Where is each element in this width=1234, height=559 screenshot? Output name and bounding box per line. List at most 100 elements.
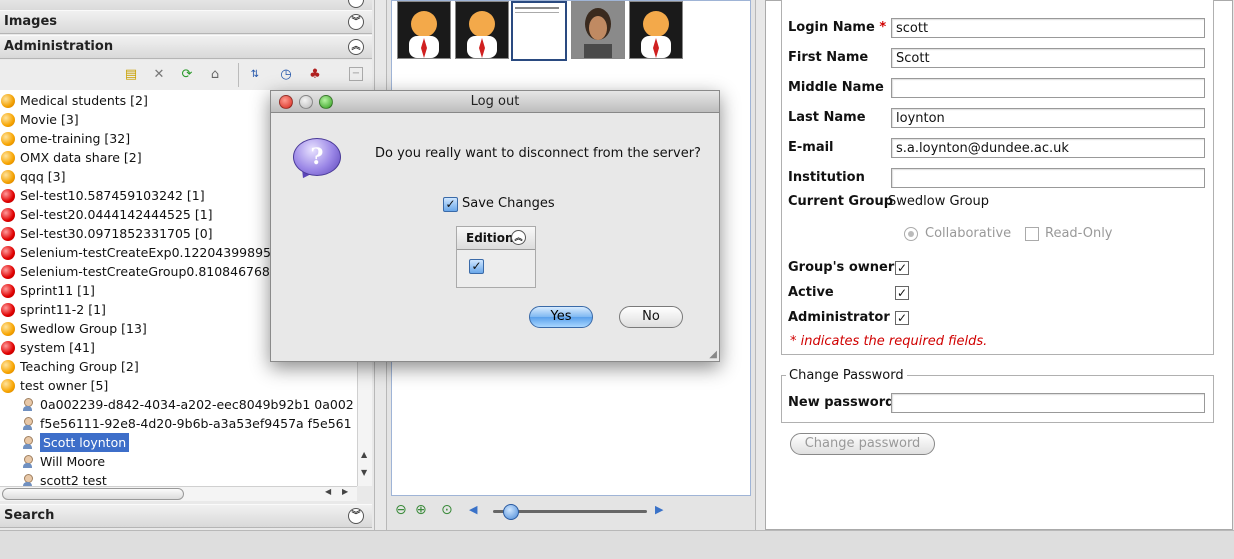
admin-toolbar: ▤ ✕ ⟳ ⌂ ⇅ ◷ ♣ − (0, 60, 372, 90)
dialog-message: Do you really want to disconnect from th… (375, 146, 701, 161)
thumbnail-user-avatar[interactable] (629, 1, 683, 59)
new-password-field[interactable] (891, 393, 1205, 413)
collapse-chevron-icon[interactable]: ︽ (348, 39, 364, 55)
users-group-icon[interactable]: ♣ (307, 67, 323, 83)
scroll-up-arrow-icon[interactable]: ▲ (361, 450, 367, 459)
tree-item-label: qqq [3] (20, 169, 66, 184)
collaborative-radio[interactable] (904, 227, 918, 241)
institution-label: Institution (788, 170, 865, 185)
resize-grip-icon[interactable]: ◢ (709, 349, 717, 360)
group-icon (1, 94, 15, 108)
zoom-bar: ⊖ ⊕ ⊙ ◀ ▶ (391, 500, 751, 522)
administration-section-label: Administration (4, 39, 114, 54)
middle-name-label: Middle Name (788, 80, 884, 95)
collapse-chevron-icon[interactable]: ︽ (511, 230, 526, 245)
tree-item-label: Selenium-testCreateExp0.12204399895 [1 (20, 245, 288, 260)
read-only-label: Read-Only (1045, 226, 1113, 241)
tree-horizontal-scrollbar[interactable]: ◀ ▶ (0, 486, 357, 501)
save-changes-label: Save Changes (462, 196, 555, 211)
slider-right-arrow-icon[interactable]: ▶ (655, 503, 663, 516)
user-icon (23, 455, 33, 469)
tree-item-label: test owner [5] (20, 378, 109, 393)
edition-panel: Edition ︽ ✓ (456, 226, 536, 288)
dialog-title: Log out (470, 94, 520, 109)
read-only-checkbox[interactable] (1025, 227, 1039, 241)
save-changes-checkbox[interactable]: ✓ (443, 197, 458, 212)
last-name-field[interactable]: loynton (891, 108, 1205, 128)
slider-left-arrow-icon[interactable]: ◀ (469, 503, 477, 516)
administration-section-header[interactable]: Administration ︽ (0, 35, 372, 59)
scroll-thumb[interactable] (2, 488, 184, 500)
expand-chevron-icon[interactable]: ︾ (348, 508, 364, 524)
user-icon (23, 417, 33, 431)
user-icon (23, 398, 33, 412)
search-section-label: Search (4, 508, 55, 523)
thumbnail-user-avatar[interactable] (397, 1, 451, 59)
tree-item-label: Swedlow Group [13] (20, 321, 147, 336)
tree-item-label: Sel-test20.0444142444525 [1] (20, 207, 213, 222)
user-icon (23, 474, 33, 486)
home-icon[interactable]: ⌂ (207, 67, 223, 83)
tree-item-label: scott2 test (40, 473, 107, 486)
scroll-left-arrow-icon[interactable]: ◀ (325, 487, 331, 496)
zoom-out-icon[interactable]: ⊖ (395, 502, 407, 518)
edition-checkbox[interactable]: ✓ (469, 259, 484, 274)
close-window-icon[interactable] (279, 95, 293, 109)
thumbnail-line (515, 7, 559, 9)
search-section-header[interactable]: Search ︾ (0, 504, 372, 528)
scroll-right-arrow-icon[interactable]: ▶ (342, 487, 348, 496)
current-group-value: Swedlow Group (888, 194, 990, 209)
required-fields-note: * indicates the required fields. (790, 334, 988, 349)
login-name-label: Login Name * (788, 20, 886, 35)
edition-label: Edition (466, 231, 514, 245)
collaborative-label: Collaborative (925, 226, 1012, 241)
zoom-window-icon[interactable] (319, 95, 333, 109)
scroll-down-arrow-icon[interactable]: ▼ (361, 468, 367, 477)
thumbnail-selected-blank[interactable] (511, 1, 567, 61)
email-field[interactable]: s.a.loynton@dundee.ac.uk (891, 138, 1205, 158)
sort-icon[interactable]: ⇅ (247, 67, 263, 83)
change-password-button[interactable]: Change password (790, 433, 935, 455)
tree-item-label: Selenium-testCreateGroup0.81084676898 (20, 264, 286, 279)
group-icon (1, 132, 15, 146)
toolbar-divider (238, 63, 239, 87)
question-icon: ? (293, 138, 341, 176)
group-owner-checkbox[interactable]: ✓ (895, 261, 909, 275)
tree-item-label: Movie [3] (20, 112, 79, 127)
yes-button[interactable]: Yes (529, 306, 593, 328)
login-name-field[interactable]: scott (891, 18, 1205, 38)
edition-header[interactable]: Edition ︽ (457, 227, 535, 250)
active-checkbox[interactable]: ✓ (895, 286, 909, 300)
no-button[interactable]: No (619, 306, 683, 328)
minimize-window-icon[interactable] (299, 95, 313, 109)
collapse-all-icon[interactable]: − (349, 67, 363, 81)
expand-chevron-icon[interactable]: ︾ (348, 14, 364, 30)
group-icon (1, 322, 15, 336)
person-avatar-icon (467, 11, 497, 58)
new-group-icon[interactable]: ▤ (123, 67, 139, 83)
delete-icon[interactable]: ✕ (151, 67, 167, 83)
refresh-icon[interactable]: ⟳ (179, 67, 195, 83)
zoom-in-icon[interactable]: ⊕ (415, 502, 427, 518)
zoom-fit-icon[interactable]: ⊙ (441, 502, 453, 518)
tree-item-label: Sprint11 [1] (20, 283, 95, 298)
first-name-field[interactable]: Scott (891, 48, 1205, 68)
dialog-title-bar[interactable]: Log out (271, 91, 719, 113)
administrator-checkbox[interactable]: ✓ (895, 311, 909, 325)
group-icon (1, 189, 15, 203)
tree-item-label: 0a002239-d842-4034-a202-eec8049b92b1 0a0… (40, 397, 354, 412)
thumbnail-user-avatar[interactable] (455, 1, 509, 59)
thumbnail-line (515, 12, 559, 13)
zoom-slider-thumb[interactable] (503, 504, 519, 520)
person-avatar-icon (641, 11, 671, 58)
logout-dialog: Log out ? Do you really want to disconne… (270, 90, 720, 362)
status-bar (0, 530, 1234, 559)
clock-icon[interactable]: ◷ (278, 67, 294, 83)
thumbnail-photo[interactable] (571, 1, 625, 59)
images-section-header[interactable]: Images ︾ (0, 10, 372, 34)
middle-name-field[interactable] (891, 78, 1205, 98)
institution-field[interactable] (891, 168, 1205, 188)
group-icon (1, 113, 15, 127)
current-group-label: Current Group (788, 194, 894, 209)
tree-item-label: ome-training [32] (20, 131, 131, 146)
